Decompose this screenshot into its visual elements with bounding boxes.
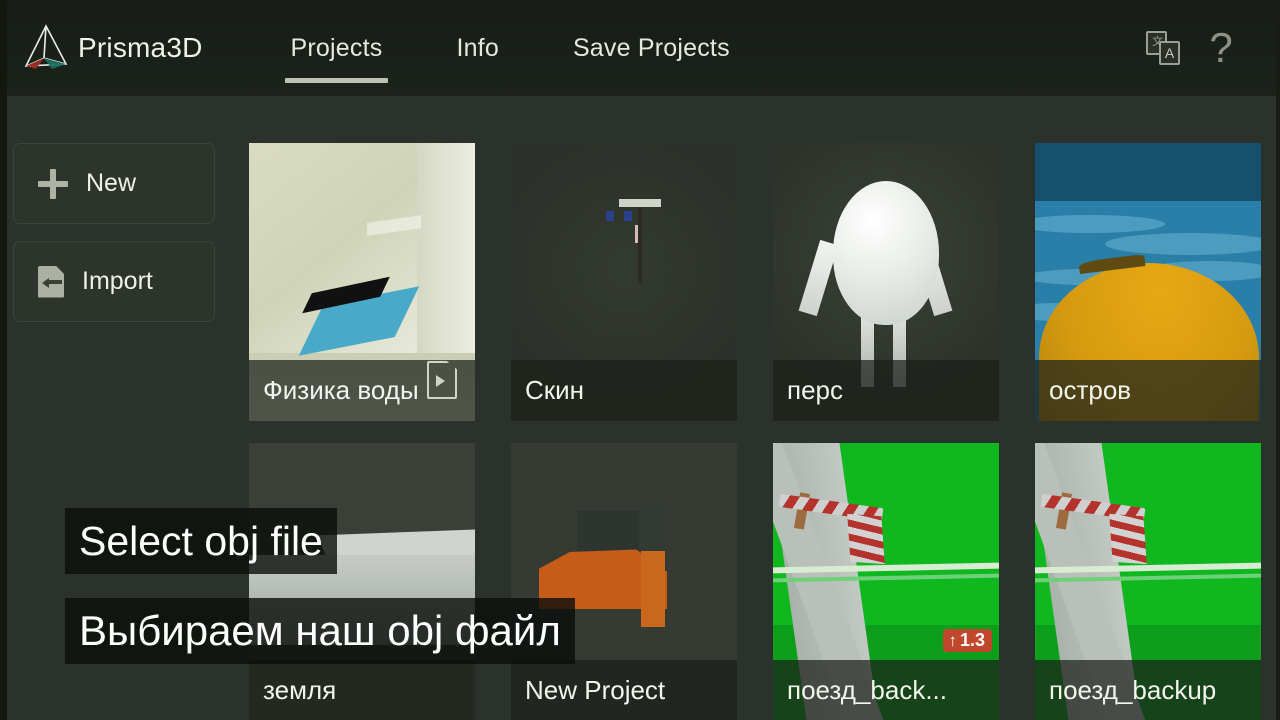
- project-label-bar: перс: [773, 360, 999, 421]
- badge-up-arrow-icon: ↑: [948, 630, 957, 650]
- import-project-button[interactable]: Import: [13, 241, 215, 322]
- project-label: поезд_backup: [1049, 675, 1217, 705]
- help-icon: ?: [1209, 24, 1233, 71]
- version-badge: ↑ 1.3: [943, 629, 992, 652]
- brand: Prisma3D: [22, 22, 203, 74]
- project-label-bar: поезд_backup: [1035, 660, 1261, 720]
- prism-wireframe-logo: [22, 22, 70, 74]
- tab-info[interactable]: Info: [446, 0, 509, 96]
- side-actions: New Import: [13, 143, 215, 339]
- new-project-label: New: [86, 169, 137, 197]
- project-label: поезд_back...: [787, 675, 947, 705]
- project-label: земля: [263, 675, 337, 705]
- help-button[interactable]: ?: [1192, 19, 1250, 77]
- prism-wireframe-logo-svg: [24, 24, 68, 69]
- project-card[interactable]: Скин: [511, 143, 737, 421]
- project-label: New Project: [525, 675, 666, 705]
- projects-row: Физика воды Скин перс остров: [249, 143, 1261, 421]
- project-label-bar: Скин: [511, 360, 737, 421]
- project-card[interactable]: Физика воды: [249, 143, 475, 421]
- translate-button[interactable]: 文 A: [1134, 19, 1192, 77]
- project-card[interactable]: земля: [249, 443, 475, 720]
- project-label-bar: New Project: [511, 660, 737, 720]
- brand-title: Prisma3D: [78, 32, 203, 63]
- header-right-icons: 文 A ?: [1134, 19, 1280, 77]
- project-label-bar: земля: [249, 660, 475, 720]
- tab-save-projects[interactable]: Save Projects: [563, 0, 740, 96]
- project-card[interactable]: остров: [1035, 143, 1261, 421]
- project-label: Физика воды: [263, 375, 419, 405]
- obj-file-icon: [427, 361, 457, 399]
- translate-icon-target: A: [1159, 41, 1180, 65]
- tab-projects[interactable]: Projects: [281, 0, 393, 96]
- new-project-button[interactable]: New: [13, 143, 215, 224]
- project-label: перс: [787, 375, 843, 405]
- header-tabs: Projects Info Save Projects: [281, 0, 794, 96]
- window-edge-right: [1276, 0, 1280, 720]
- import-project-label: Import: [82, 267, 153, 295]
- projects-row: земля New Project ↑ 1.3 поезд_back... по…: [249, 443, 1261, 720]
- project-card[interactable]: New Project: [511, 443, 737, 720]
- window-edge-left: [0, 0, 7, 720]
- project-card[interactable]: поезд_backup: [1035, 443, 1261, 720]
- project-label: остров: [1049, 375, 1132, 405]
- project-label: Скин: [525, 375, 585, 405]
- project-card[interactable]: перс: [773, 143, 999, 421]
- project-label-bar: остров: [1035, 360, 1261, 421]
- overlay-caption-english: Select obj file: [65, 508, 337, 574]
- project-label-bar: поезд_back...: [773, 660, 999, 720]
- translate-icon: 文 A: [1146, 31, 1180, 65]
- project-card[interactable]: ↑ 1.3 поезд_back...: [773, 443, 999, 720]
- badge-value: 1.3: [959, 630, 985, 650]
- overlay-caption-russian: Выбираем наш obj файл: [65, 598, 575, 664]
- app-header: Prisma3D Projects Info Save Projects 文 A…: [0, 0, 1280, 96]
- file-import-icon: [38, 265, 64, 298]
- plus-icon: [38, 168, 68, 199]
